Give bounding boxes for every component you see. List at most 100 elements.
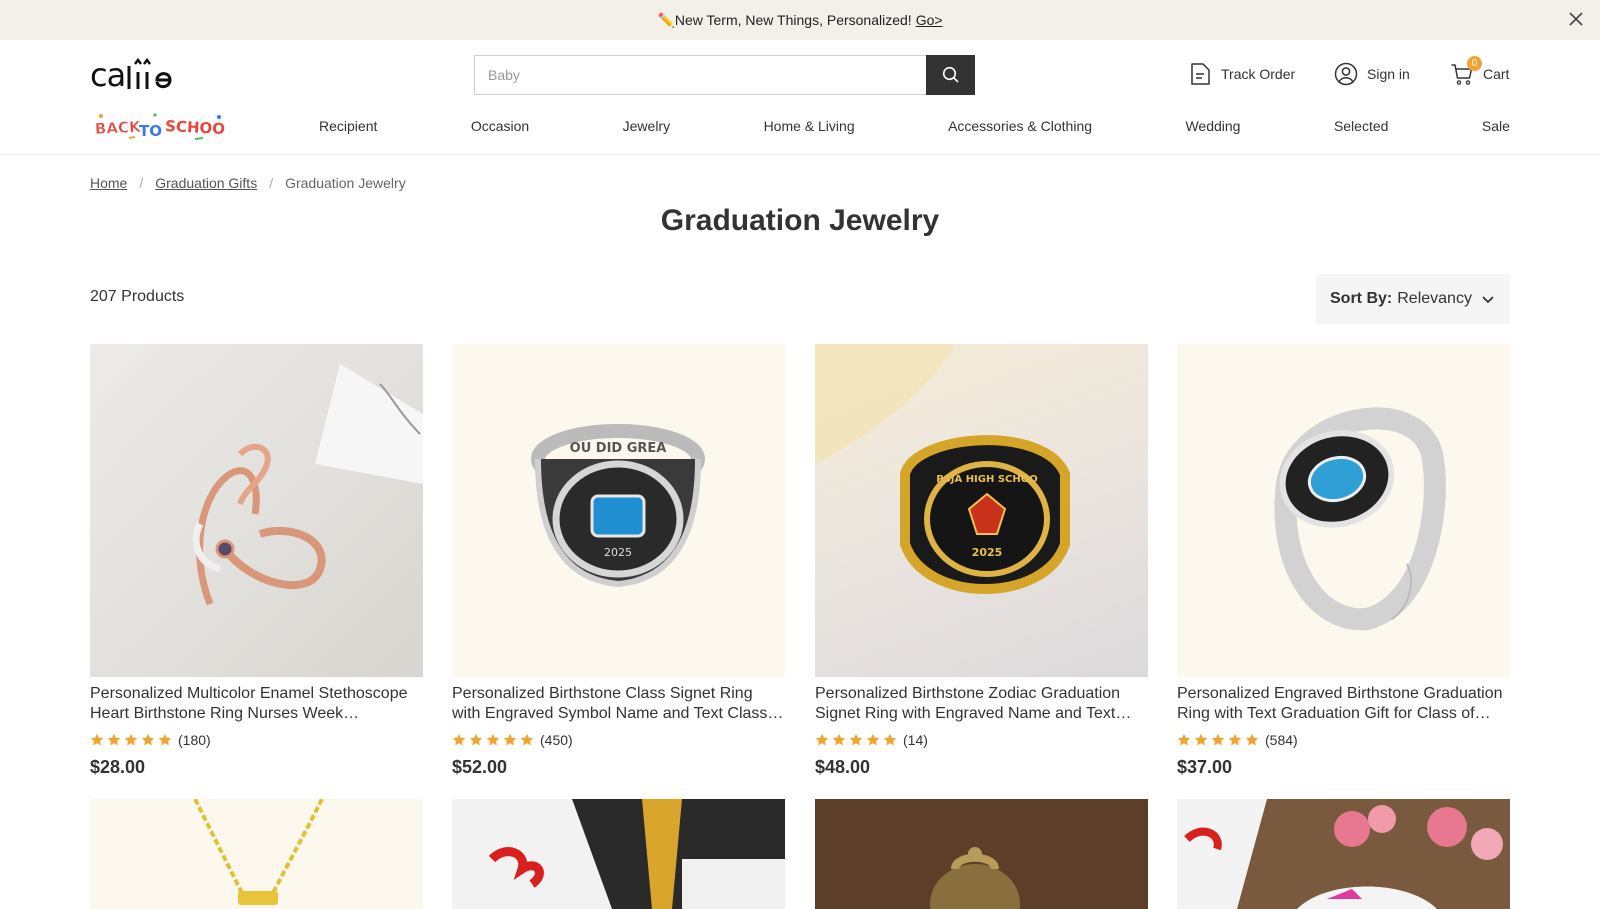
ring-illustration [1274,407,1446,631]
star-icon [469,733,483,746]
nav-item-home-living[interactable]: Home & Living [764,118,855,138]
breadcrumb-graduation-gifts[interactable]: Graduation Gifts [155,175,257,191]
review-count: (14) [903,732,928,748]
breadcrumb-current: Graduation Jewelry [285,175,406,191]
svg-text:BACK: BACK [95,118,142,138]
sign-in-label: Sign in [1367,66,1410,82]
search-input[interactable] [474,55,926,95]
main-nav: Recipient Occasion Jewelry Home & Living… [319,118,1510,138]
product-card[interactable]: 2025 OU DID GREA Personalized Birthstone… [452,344,785,778]
star-icon [1245,733,1259,746]
product-price: $52.00 [452,757,508,777]
star-icon [90,733,104,746]
logo-mark [127,58,172,89]
breadcrumb-separator: / [269,175,274,191]
product-image-graduation-diploma[interactable] [452,799,785,909]
nav-item-recipient[interactable]: Recipient [319,118,377,138]
product-image-class-signet-ring[interactable]: 2025 OU DID GREA [452,344,785,677]
nav-item-accessories-clothing[interactable]: Accessories & Clothing [948,118,1092,138]
product-image-graduation-plate[interactable] [1177,799,1510,909]
watch-illustration [815,799,1148,909]
product-card[interactable]: Personalized Engraved Birthstone Graduat… [1177,344,1510,778]
product-rating: (584) [1177,731,1510,749]
svg-text:OU DID GREA: OU DID GREA [570,441,667,456]
breadcrumb-separator: / [139,175,144,191]
ring-illustration: 2025 OU DID GREA [531,424,705,588]
product-title[interactable]: Personalized Engraved Birthstone Graduat… [1177,684,1510,723]
product-image-necklace[interactable] [90,799,423,909]
nav-item-sale[interactable]: Sale [1482,118,1510,138]
star-icon [849,733,863,746]
sign-in-link[interactable]: Sign in [1334,62,1410,86]
svg-text:2025: 2025 [604,546,632,559]
product-title[interactable]: Personalized Multicolor Enamel Stethosco… [90,684,423,723]
review-count: (584) [1265,732,1298,748]
star-icon [503,733,517,746]
pencil-emoji: ✏️ [657,11,675,28]
product-card[interactable]: 2025 PSJA HIGH SCHOO Personalized Births… [815,344,1148,778]
product-rating: (14) [815,731,1148,749]
product-price: $48.00 [815,757,871,777]
user-icon [1334,62,1358,86]
announcement-text: New Term, New Things, Personalized! [674,12,912,28]
svg-text:SCHOOL: SCHOOL [165,117,225,139]
product-rating: (180) [90,731,423,749]
product-image-stethoscope-ring[interactable] [90,344,423,677]
product-card[interactable]: Personalized Multicolor Enamel Stethosco… [90,344,423,778]
star-rating [1177,733,1259,747]
document-icon [1191,63,1210,85]
sort-label: Sort By: [1330,290,1393,307]
sort-dropdown[interactable]: Sort By: Relevancy [1316,274,1510,324]
star-icon [1194,733,1208,746]
cart-link[interactable]: 0 Cart [1450,56,1510,86]
svg-text:2025: 2025 [972,546,1003,559]
track-order-link[interactable]: Track Order [1189,62,1295,86]
star-icon [832,733,846,746]
nav-item-occasion[interactable]: Occasion [471,118,529,138]
review-count: (450) [540,732,573,748]
product-image-pocket-watch[interactable] [815,799,1148,909]
diploma-illustration [452,799,785,909]
close-icon[interactable] [1566,9,1586,29]
star-rating [815,733,897,747]
back-to-school-logo[interactable]: BACK TO SCHOOL [94,110,235,147]
nav-item-selected[interactable]: Selected [1334,118,1388,138]
star-icon [141,733,155,746]
product-rating: (450) [452,731,785,749]
back-to-school-graphic: BACK TO SCHOOL [94,113,235,140]
product-title[interactable]: Personalized Birthstone Zodiac Graduatio… [815,684,1148,723]
cart-label: Cart [1483,66,1510,82]
sort-value: Relevancy [1397,290,1472,307]
product-image-zodiac-signet-ring[interactable]: 2025 PSJA HIGH SCHOO [815,344,1148,677]
ring-illustration [192,364,423,606]
page-title: Graduation Jewelry [660,204,940,237]
breadcrumb-home[interactable]: Home [90,175,127,191]
cart-count-badge: 0 [1467,56,1482,71]
nav-item-wedding[interactable]: Wedding [1185,118,1240,138]
star-icon [107,733,121,746]
logo-text: ca [90,56,126,94]
star-icon [1228,733,1242,746]
nav-item-jewelry[interactable]: Jewelry [623,118,670,138]
star-rating [452,733,534,747]
announcement-link[interactable]: Go> [916,12,943,28]
star-icon [452,733,466,746]
product-price: $28.00 [90,757,146,777]
plate-illustration [1177,799,1510,909]
necklace-illustration [193,799,324,905]
nav-divider [0,154,1600,155]
product-price: $37.00 [1177,757,1233,777]
announcement-bar: ✏️ New Term, New Things, Personalized! G… [0,0,1600,40]
product-image-engraved-birthstone-ring[interactable] [1177,344,1510,677]
search-button[interactable] [926,55,975,95]
star-icon [1211,733,1225,746]
product-title[interactable]: Personalized Birthstone Class Signet Rin… [452,684,785,723]
breadcrumb: Home / Graduation Gifts / Graduation Jew… [90,175,406,191]
product-count: 207 Products [90,288,185,305]
search-bar [474,55,975,95]
star-icon [866,733,880,746]
star-icon [158,733,172,746]
site-logo[interactable]: ca [90,56,185,94]
star-icon [520,733,534,746]
star-icon [883,733,897,746]
